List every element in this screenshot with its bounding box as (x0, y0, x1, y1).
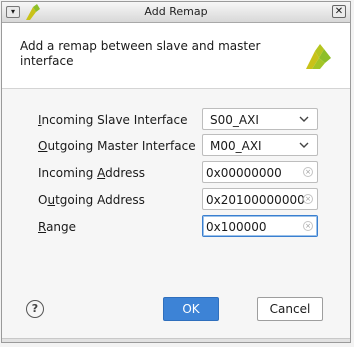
outgoing-master-label: Outgoing Master Interface (38, 139, 196, 153)
outgoing-address-row: Outgoing Address 0x20100000000 × (2, 188, 350, 212)
add-remap-dialog: ▾ Add Remap ✕ Add a remap between slave … (1, 1, 351, 343)
title-bar: ▾ Add Remap ✕ (2, 2, 350, 23)
chevron-down-icon (299, 138, 309, 155)
incoming-address-label: Incoming Address (38, 166, 145, 180)
clear-icon[interactable]: × (303, 221, 313, 231)
incoming-slave-label: Incoming Slave Interface (38, 113, 188, 127)
header-description: Add a remap between slave and master int… (20, 39, 261, 68)
incoming-address-row: Incoming Address 0x00000000 × (2, 161, 350, 185)
range-label: Range (38, 220, 77, 234)
vivado-logo-icon (302, 41, 332, 74)
range-field[interactable]: 0x100000 × (202, 215, 318, 237)
outgoing-master-row: Outgoing Master Interface M00_AXI (2, 134, 350, 158)
close-icon: ✕ (334, 6, 344, 17)
outgoing-master-value: M00_AXI (210, 139, 262, 153)
window-title: Add Remap (144, 5, 208, 18)
incoming-address-value: 0x00000000 (206, 166, 282, 180)
help-button[interactable]: ? (26, 300, 44, 318)
incoming-address-field[interactable]: 0x00000000 × (202, 161, 318, 183)
chevron-down-icon (299, 112, 309, 129)
outgoing-address-field[interactable]: 0x20100000000 × (202, 188, 318, 210)
range-row: Range 0x100000 × (2, 215, 350, 239)
outgoing-address-label: Outgoing Address (38, 193, 145, 207)
incoming-slave-select[interactable]: S00_AXI (202, 108, 318, 130)
outgoing-address-value: 0x20100000000 (206, 193, 305, 207)
cancel-button[interactable]: Cancel (257, 297, 323, 321)
bottom-edge (2, 338, 350, 342)
incoming-slave-row: Incoming Slave Interface S00_AXI (2, 108, 350, 132)
range-value: 0x100000 (206, 220, 267, 234)
ok-button[interactable]: OK (163, 297, 219, 321)
clear-icon[interactable]: × (303, 194, 313, 204)
incoming-slave-value: S00_AXI (210, 113, 259, 127)
outgoing-master-select[interactable]: M00_AXI (202, 134, 318, 156)
dialog-header: Add a remap between slave and master int… (2, 23, 350, 89)
close-button[interactable]: ✕ (332, 5, 346, 18)
clear-icon[interactable]: × (303, 167, 313, 177)
